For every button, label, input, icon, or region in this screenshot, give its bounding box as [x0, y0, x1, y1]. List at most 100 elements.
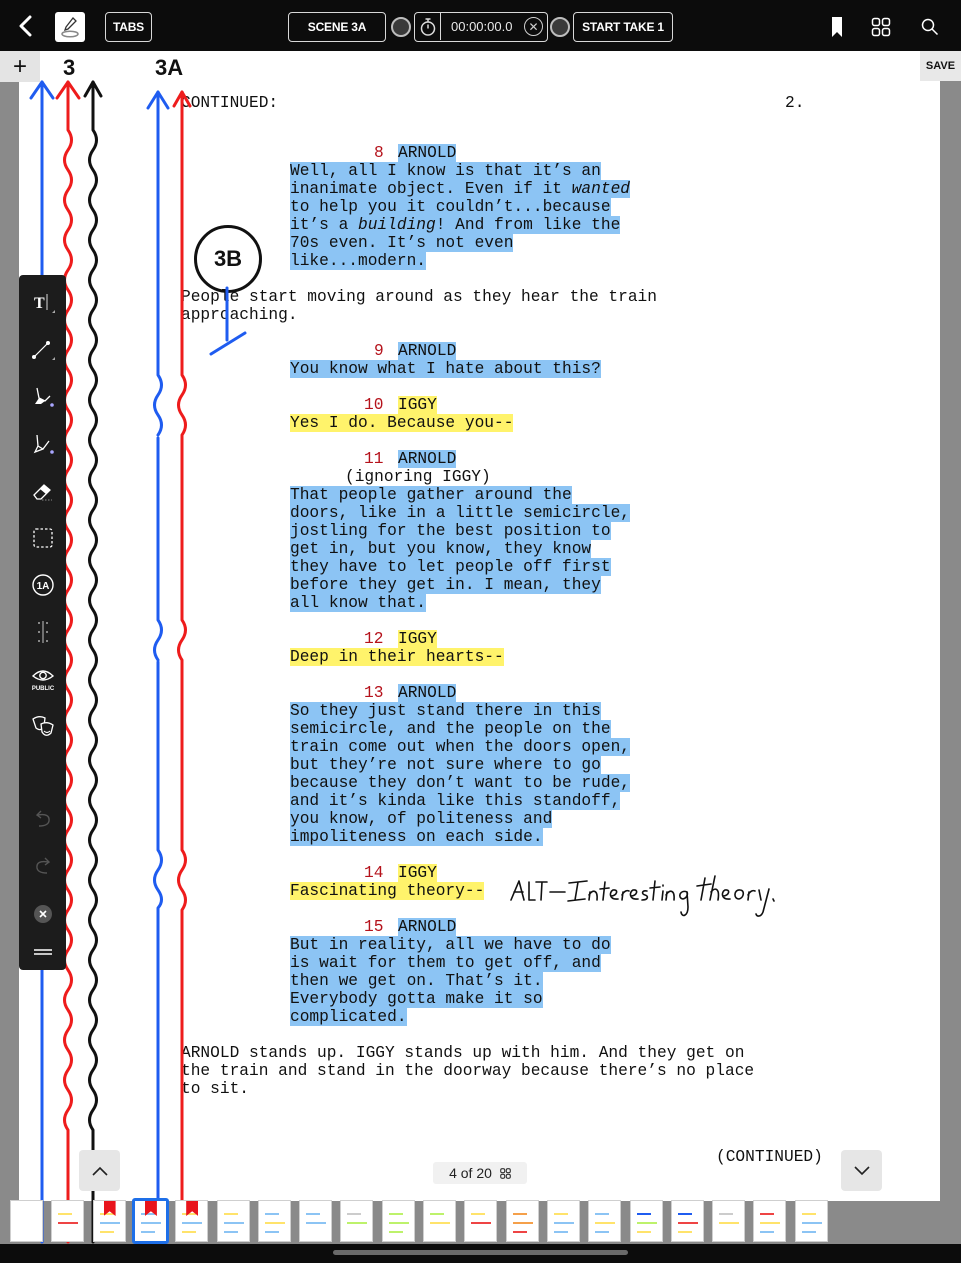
page-thumbnail[interactable] [712, 1200, 746, 1242]
page-thumbnail[interactable] [423, 1200, 456, 1242]
dialogue-line[interactable]: all know that. [290, 594, 426, 612]
scene-number-tool[interactable]: 1A [25, 567, 60, 602]
page-thumbnail[interactable] [216, 1200, 250, 1242]
page-thumbnail-strip[interactable] [0, 1198, 961, 1244]
previous-page-button[interactable] [79, 1150, 120, 1191]
page-thumbnail[interactable] [464, 1200, 498, 1242]
scene-label-3a[interactable]: 3A [155, 55, 183, 81]
dialogue-line[interactable]: because they don’t want to be rude, [290, 774, 630, 792]
dialogue-line[interactable]: But in reality, all we have to do [290, 936, 611, 954]
character-name[interactable]: IGGY [398, 630, 437, 648]
dialogue-line[interactable]: 70s even. It’s not even [290, 234, 514, 252]
dialogue-line[interactable]: That people gather around the [290, 486, 572, 504]
bookmark-button[interactable] [826, 14, 848, 40]
back-button[interactable] [12, 12, 40, 40]
add-button[interactable]: + [0, 51, 40, 82]
page-thumbnail[interactable] [381, 1200, 415, 1242]
line-break-tool[interactable] [25, 614, 60, 649]
dialogue-line[interactable]: Everybody gotta make it so [290, 990, 543, 1008]
page-thumbnail[interactable] [753, 1200, 787, 1242]
scene-button[interactable]: SCENE 3A [288, 12, 386, 42]
dialogue-line[interactable]: then we get on. That’s it. [290, 972, 543, 990]
next-page-button[interactable] [841, 1150, 882, 1191]
start-take-button[interactable]: START TAKE 1 [573, 12, 673, 42]
page-thumbnail[interactable] [340, 1200, 374, 1242]
dialogue-line[interactable]: is wait for them to get off, and [290, 954, 601, 972]
dialogue-line[interactable]: like...modern. [290, 252, 426, 270]
action-line[interactable]: approaching. [181, 306, 298, 324]
page-thumbnail[interactable] [629, 1200, 663, 1242]
page-thumbnail[interactable] [505, 1200, 539, 1242]
save-button[interactable]: SAVE [920, 51, 961, 81]
dialogue-line[interactable]: train come out when the doors open, [290, 738, 630, 756]
text-tool[interactable]: T [25, 285, 60, 320]
page-thumbnail[interactable] [257, 1200, 291, 1242]
grid-view-button[interactable] [868, 14, 894, 40]
tabs-button[interactable]: TABS [105, 12, 152, 42]
handwritten-note[interactable] [505, 872, 825, 927]
page-thumbnail[interactable] [51, 1200, 85, 1242]
page-thumbnail[interactable] [92, 1200, 126, 1242]
character-name[interactable]: IGGY [398, 396, 437, 414]
dialogue-line[interactable]: Fascinating theory-- [290, 882, 485, 900]
select-tool[interactable] [25, 520, 60, 555]
dialogue-line[interactable]: inanimate object. Even if it wanted [290, 180, 631, 198]
scene-marker-3b[interactable]: 3B [194, 225, 262, 293]
undo-button[interactable] [25, 802, 60, 837]
action-line[interactable]: People start moving around as they hear … [181, 288, 657, 306]
character-name[interactable]: ARNOLD [398, 144, 457, 162]
page-thumbnail[interactable] [131, 1198, 169, 1244]
dialogue-line[interactable]: before they get in. I mean, they [290, 576, 601, 594]
dialogue-line[interactable]: Yes I do. Because you-- [290, 414, 514, 432]
eraser-tool[interactable] [25, 473, 60, 508]
page-thumbnail[interactable] [670, 1200, 704, 1242]
pen-tool[interactable] [25, 426, 60, 461]
dialogue-line[interactable]: doors, like in a little semicircle, [290, 504, 630, 522]
palette-drag-handle[interactable] [25, 935, 60, 970]
stopwatch-button[interactable] [415, 13, 441, 40]
action-line[interactable]: to sit. [181, 1080, 249, 1098]
take-status-dot[interactable] [550, 17, 570, 37]
line-tool[interactable] [25, 332, 60, 367]
page-thumbnail[interactable] [546, 1200, 580, 1242]
dialogue-line[interactable]: get in, but you know, they know [290, 540, 592, 558]
dialogue-line[interactable]: and it’s kinda like this standoff, [290, 792, 621, 810]
search-button[interactable] [917, 14, 943, 40]
dialogue-line[interactable]: complicated. [290, 1008, 407, 1026]
character-name[interactable]: ARNOLD [398, 918, 457, 936]
dialogue-line[interactable]: they have to let people off first [290, 558, 611, 576]
timer-clear-button[interactable]: ✕ [524, 17, 543, 36]
page-thumbnail[interactable] [175, 1200, 209, 1242]
page-thumbnail[interactable] [299, 1200, 333, 1242]
redo-button[interactable] [25, 849, 60, 884]
dialogue-line[interactable]: So they just stand there in this [290, 702, 601, 720]
scene-status-dot[interactable] [391, 17, 411, 37]
dialogue-line[interactable]: semicircle, and the people on the [290, 720, 611, 738]
page-indicator[interactable]: 4 of 20 [433, 1162, 527, 1184]
public-toggle[interactable]: PUBLIC [25, 661, 60, 696]
dialogue-line[interactable]: but they’re not sure where to go [290, 756, 601, 774]
dialogue-line[interactable]: Deep in their hearts-- [290, 648, 504, 666]
dialogue-line[interactable]: you know, of politeness and [290, 810, 553, 828]
character-name[interactable]: ARNOLD [398, 342, 457, 360]
masks-tool[interactable] [25, 708, 60, 743]
close-palette-button[interactable] [25, 896, 60, 931]
dialogue-line[interactable]: jostling for the best position to [290, 522, 611, 540]
dialogue-line[interactable]: You know what I hate about this? [290, 360, 601, 378]
page-thumbnail[interactable] [10, 1200, 43, 1242]
character-name[interactable]: IGGY [398, 864, 437, 882]
action-line[interactable]: ARNOLD stands up. IGGY stands up with hi… [181, 1044, 744, 1062]
dialogue-line[interactable]: Well, all I know is that it’s an [290, 162, 601, 180]
dialogue-line[interactable]: impoliteness on each side. [290, 828, 543, 846]
page-thumbnail[interactable] [794, 1200, 828, 1242]
highlighter-tool[interactable] [25, 379, 60, 414]
home-indicator[interactable] [333, 1250, 628, 1255]
action-line[interactable]: the train and stand in the doorway becau… [181, 1062, 754, 1080]
markup-mode-button[interactable] [55, 12, 85, 42]
character-name[interactable]: ARNOLD [398, 684, 457, 702]
dialogue-line[interactable]: it’s a building! And from like the [290, 216, 621, 234]
scene-label-3[interactable]: 3 [63, 55, 75, 81]
character-name[interactable]: ARNOLD [398, 450, 457, 468]
page-thumbnail[interactable] [588, 1200, 622, 1242]
dialogue-line[interactable]: to help you it couldn’t...because [290, 198, 611, 216]
